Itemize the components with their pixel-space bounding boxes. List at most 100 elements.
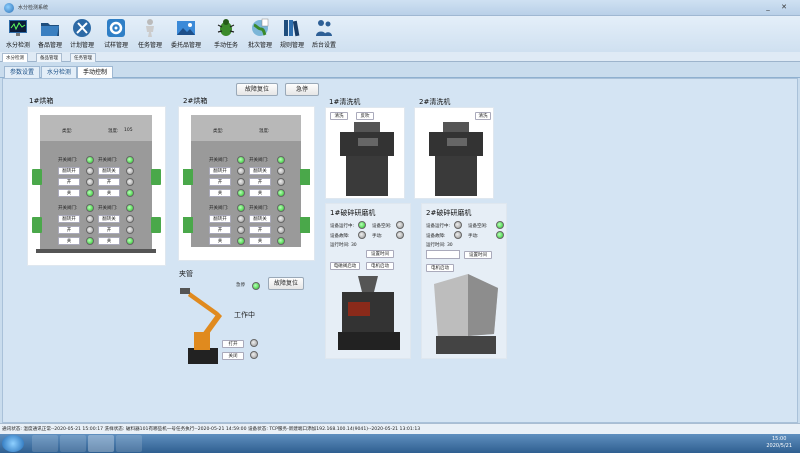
subtab-tasks[interactable]: 任务管理 [70, 53, 96, 62]
standby-button[interactable]: 急停 [285, 83, 319, 96]
sub-tab-strip: 水分检测 备品管理 任务管理 [0, 52, 800, 62]
toolbar-plan[interactable]: 计划管理 [66, 18, 98, 50]
grinder1-fault-label: 设备故障: [330, 234, 350, 239]
fault-reset-button[interactable]: 故障复位 [236, 83, 278, 96]
users-icon [316, 20, 332, 36]
oven1-close-button[interactable]: 关 [98, 189, 120, 197]
grinder2-set-time-button[interactable]: 设置时间 [464, 251, 492, 259]
oven1-temp-label: 温度: [108, 129, 119, 134]
oven2-type-label: 类型: [213, 129, 224, 134]
toolbar-tasks[interactable]: 任务管理 [134, 18, 166, 50]
oven2-flip-close-button[interactable]: 翻转关 [249, 215, 271, 223]
grinder2-time-input[interactable] [426, 250, 460, 259]
toolbar-backend[interactable]: 后台设置 [308, 18, 340, 50]
oven2-led [277, 215, 285, 223]
grinder2-motor-start-button[interactable]: 电机启动 [426, 264, 454, 272]
oven2-open-button[interactable]: 开 [249, 178, 271, 186]
oven2-led [237, 226, 245, 234]
oven2-ctrl-label: 开关阀门: [209, 206, 229, 211]
oven2-led [277, 204, 285, 212]
bug-icon [217, 19, 235, 36]
oven1-base [36, 249, 156, 253]
oven2-led [237, 189, 245, 197]
oven1-close-button[interactable]: 关 [58, 237, 80, 245]
oven2-close-button[interactable]: 关 [209, 189, 231, 197]
oven2-open-button[interactable]: 开 [209, 178, 231, 186]
gear-icon [107, 19, 125, 37]
oven2-open-button[interactable]: 开 [249, 226, 271, 234]
gripper-close-button[interactable]: 关闭 [222, 352, 244, 360]
oven1-open-button[interactable]: 开 [58, 178, 80, 186]
title-bar: 水分检测系统 _ ✕ [0, 0, 800, 16]
toolbar-samples[interactable]: 试样管理 [100, 18, 132, 50]
window-title: 水分检测系统 [18, 5, 49, 11]
oven2-card: 类型: 温度: 开关阀门: 翻转开 开 关 开关阀门: 翻转关 开 关 开关阀门… [178, 106, 315, 261]
taskbar-folder-icon[interactable] [60, 435, 86, 452]
oven1-open-button[interactable]: 开 [58, 226, 80, 234]
main-toolbar: 水分检测 备品管理 计划管理 试样管理 任务管理 委托品管理 手动任务 批次管理… [0, 16, 800, 52]
person-icon [146, 19, 154, 37]
oven1-close-button[interactable]: 关 [58, 189, 80, 197]
oven1-open-button[interactable]: 开 [98, 226, 120, 234]
grinder1-set-time-button[interactable]: 设置时间 [366, 250, 394, 258]
washer1-blowback-button[interactable]: 反吹 [356, 112, 374, 120]
subtab-spare[interactable]: 备品管理 [36, 53, 62, 62]
tab-moisture-detect[interactable]: 水分检测 [41, 66, 78, 78]
oven2-led [277, 226, 285, 234]
taskbar-app-icon[interactable] [88, 435, 114, 452]
oven2-flip-open-button[interactable]: 翻转开 [209, 167, 231, 175]
taskbar-app2-icon[interactable] [116, 435, 142, 452]
start-button[interactable] [2, 435, 24, 452]
oven2-header [191, 115, 301, 141]
grinder2-machine-icon [434, 274, 498, 354]
washer2-wash-button[interactable]: 清洗 [475, 112, 491, 120]
grinder1-solenoid-start-button[interactable]: 电磁阀启动 [330, 262, 360, 270]
washer2-machine-icon [429, 122, 483, 196]
washer2-card: 清洗 [414, 107, 494, 199]
oven1-flip-close-button[interactable]: 翻转关 [98, 167, 120, 175]
gripper-close-led [250, 351, 258, 359]
close-button[interactable]: ✕ [778, 2, 790, 12]
toolbar-consign[interactable]: 委托品管理 [170, 18, 202, 50]
grinder1-fault-led [358, 231, 366, 239]
toolbar-rules[interactable]: 规则管理 [276, 18, 308, 50]
toolbar-moisture-detect[interactable]: 水分检测 [2, 18, 34, 50]
gripper-panel: 急停 工作中 打开 关闭 [176, 278, 264, 368]
toolbar-batch[interactable]: 批次管理 [244, 18, 276, 50]
tab-param-settings[interactable]: 参数设置 [4, 66, 41, 78]
subtab-moisture[interactable]: 水分检测 [2, 53, 28, 62]
toolbar-spare-parts[interactable]: 备品管理 [34, 18, 66, 50]
oven1-flip-close-button[interactable]: 翻转关 [98, 215, 120, 223]
oven1-title: 1#烘箱 [29, 97, 54, 105]
grinder1-motor-start-button[interactable]: 电机启动 [366, 262, 394, 270]
oven2-open-button[interactable]: 开 [209, 226, 231, 234]
gripper-reset-button[interactable]: 故障复位 [268, 277, 304, 290]
tab-manual-control[interactable]: 手动控制 [77, 66, 114, 78]
minimize-button[interactable]: _ [762, 2, 774, 12]
oven1-close-button[interactable]: 关 [98, 237, 120, 245]
oven1-flip-open-button[interactable]: 翻转开 [58, 215, 80, 223]
oven1-ctrl-label: 开关阀门: [98, 206, 118, 211]
oven2-close-button[interactable]: 关 [209, 237, 231, 245]
washer1-wash-button[interactable]: 清洗 [330, 112, 348, 120]
oven1-card: 类型: 温度: 105 开关阀门: 翻转开 开 关 开关阀门: 翻转关 开 关 … [27, 106, 166, 266]
clock-time: 15:00 [771, 436, 787, 442]
oven2-flip-close-button[interactable]: 翻转关 [249, 167, 271, 175]
oven2-close-button[interactable]: 关 [249, 189, 271, 197]
oven1-led [126, 226, 134, 234]
oven1-led [86, 156, 94, 164]
oven1-led [126, 189, 134, 197]
oven1-open-button[interactable]: 开 [98, 178, 120, 186]
taskbar-ie-icon[interactable] [32, 435, 58, 452]
toolbar-manual-task[interactable]: 手动任务 [210, 18, 242, 50]
washer1-machine-icon [340, 122, 394, 196]
oven2-close-button[interactable]: 关 [249, 237, 271, 245]
oven1-led [86, 237, 94, 245]
oven2-flip-open-button[interactable]: 翻转开 [209, 215, 231, 223]
grinder1-machine-icon [338, 276, 400, 350]
oven1-led [86, 215, 94, 223]
grinder1-card: 1#破碎研磨机 设备运行中: 设备空闲: 设备故障: 手动: 运行时间: 30 … [325, 203, 411, 359]
gripper-open-button[interactable]: 打开 [222, 340, 244, 348]
oven1-flip-open-button[interactable]: 翻转开 [58, 167, 80, 175]
oven2-valve-left-1 [183, 169, 193, 185]
